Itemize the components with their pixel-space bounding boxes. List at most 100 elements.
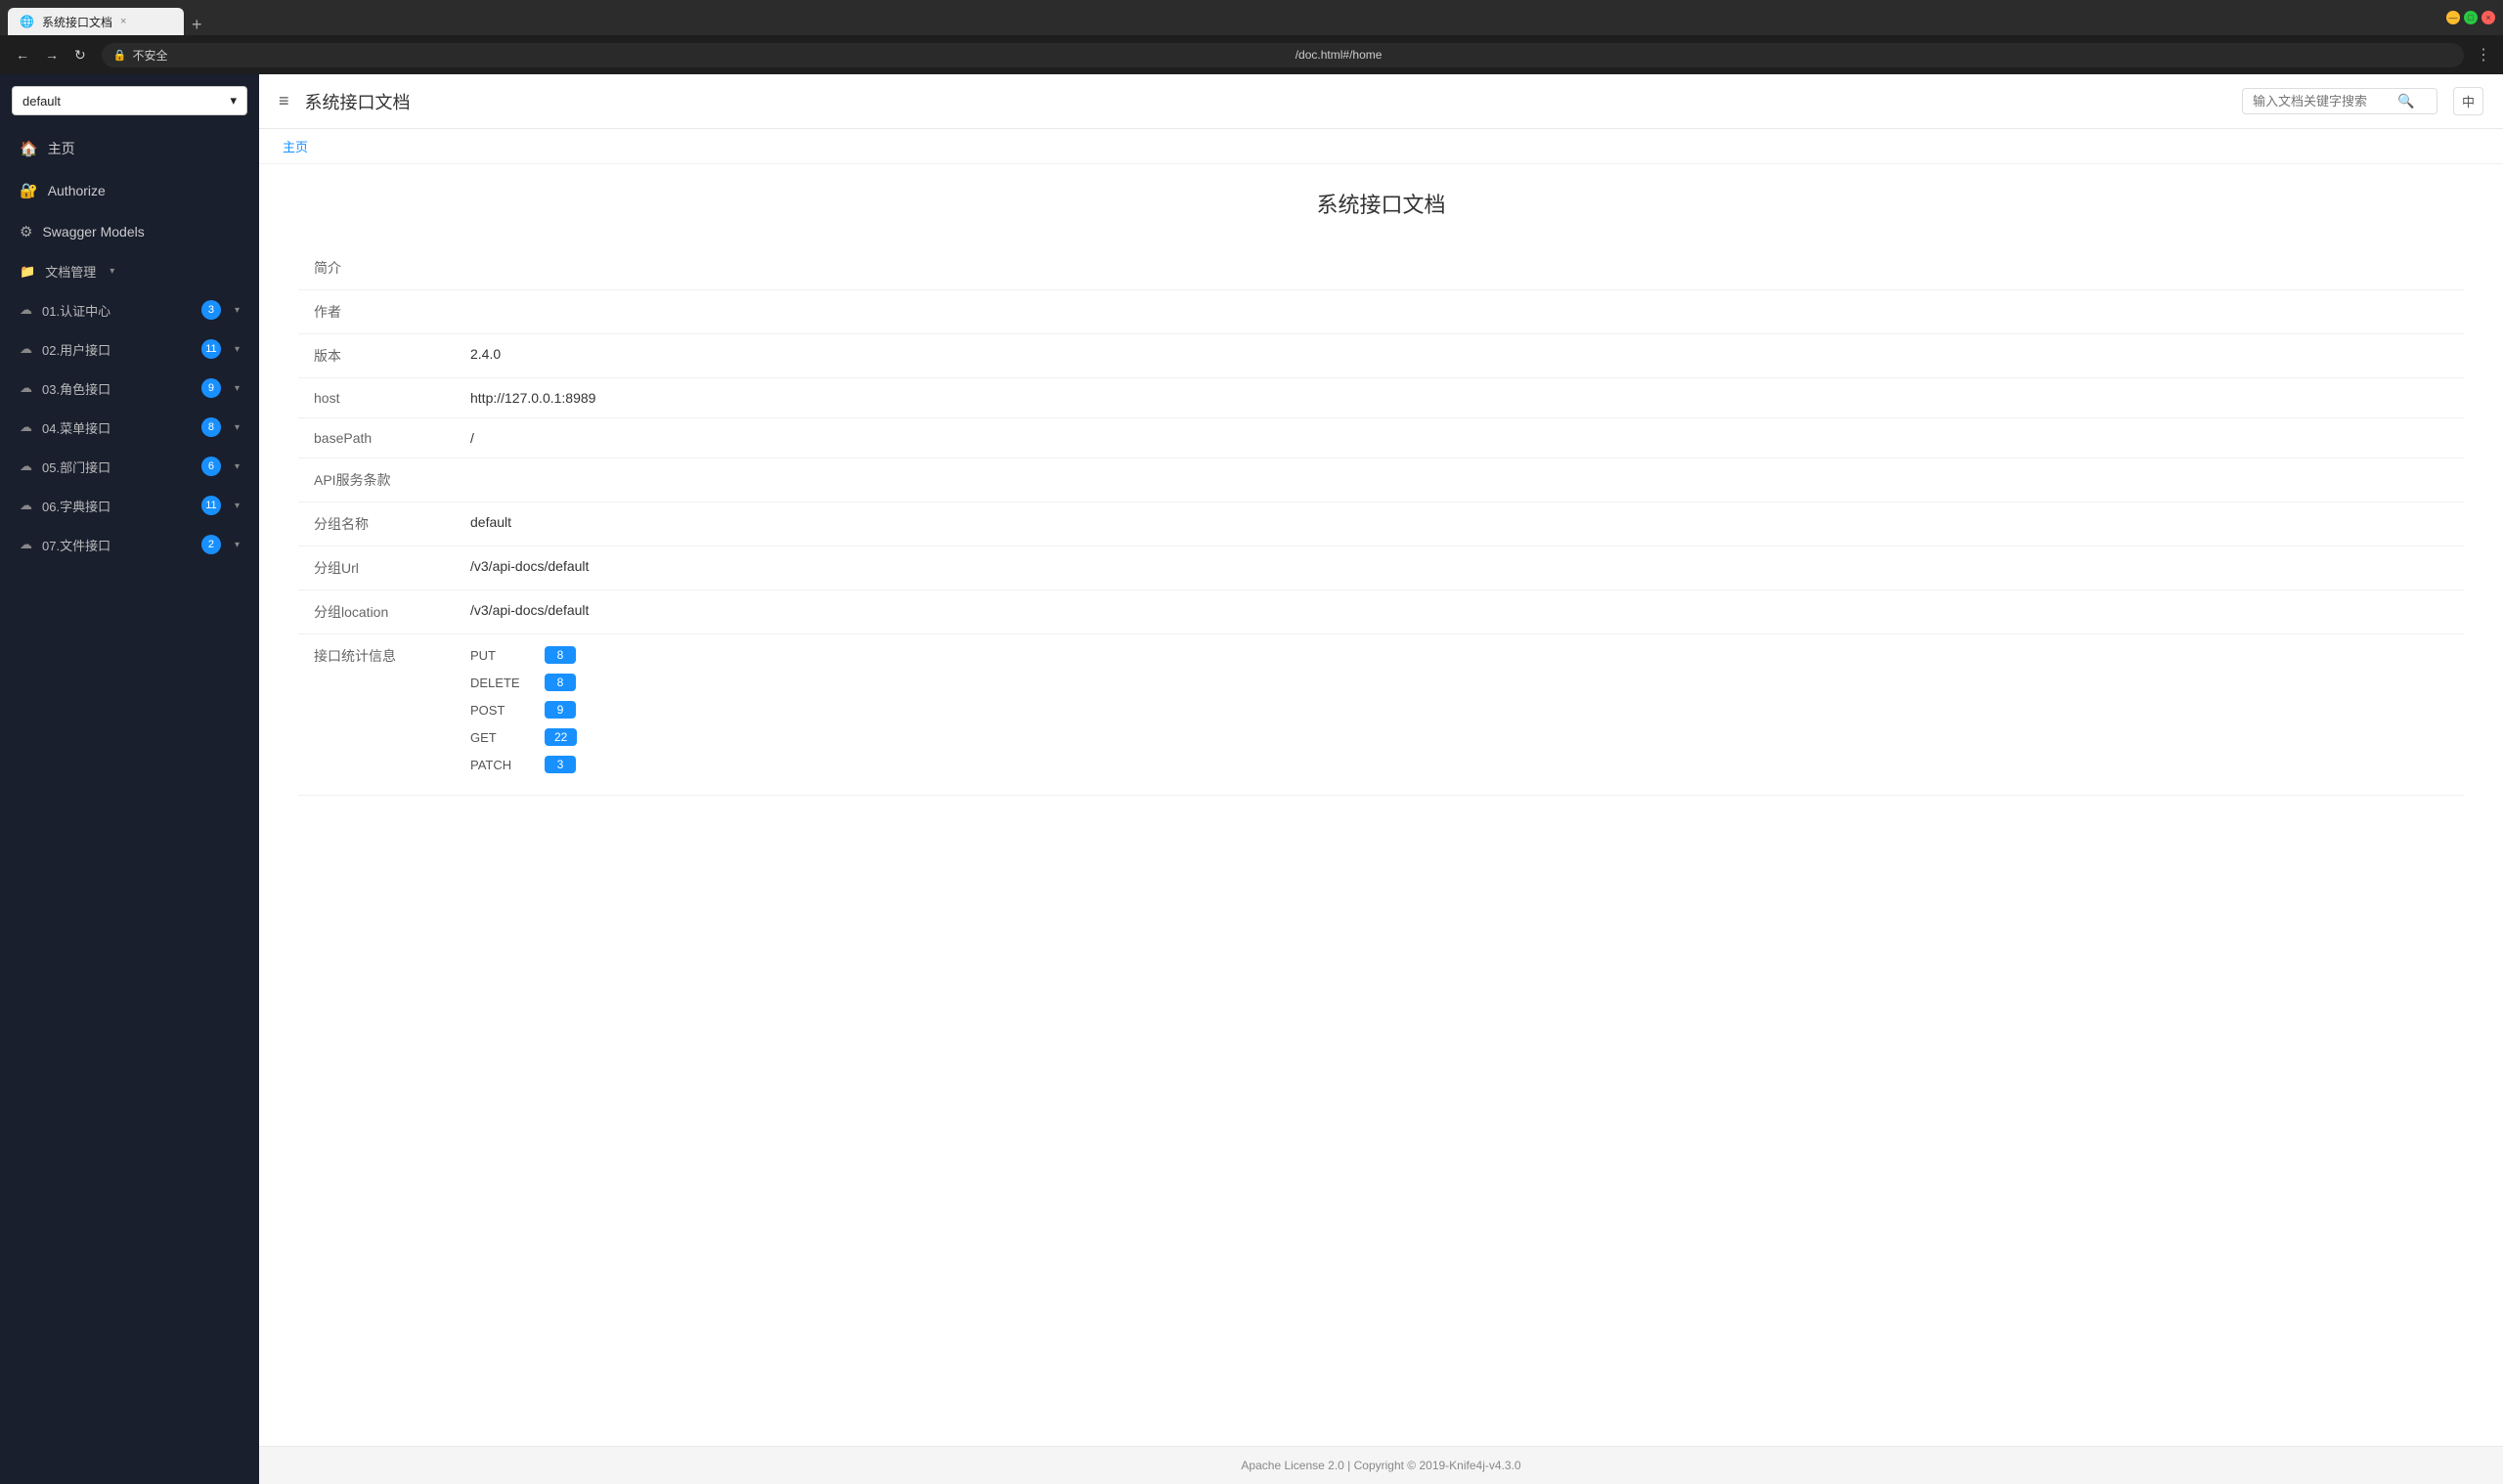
sidebar: default ▾ 🏠 主页 🔐 Authorize ⚙ Swagger Mod… bbox=[0, 74, 259, 1484]
field-label-group-name: 分组名称 bbox=[298, 502, 455, 546]
field-value-group-location: /v3/api-docs/default bbox=[455, 590, 2464, 634]
nav-buttons: ← → ↻ bbox=[12, 45, 90, 65]
stat-badge-post: 9 bbox=[545, 701, 576, 719]
sidebar-group-01-badge: 3 bbox=[201, 300, 221, 320]
docs-icon: 📁 bbox=[20, 264, 35, 280]
stat-badge-patch: 3 bbox=[545, 756, 576, 773]
sidebar-group-05-label: 05.部门接口 bbox=[42, 458, 110, 476]
sidebar-item-swagger-models[interactable]: ⚙ Swagger Models bbox=[0, 211, 259, 252]
sidebar-group-01[interactable]: ☁ 01.认证中心 3 ▾ bbox=[0, 290, 259, 329]
chevron-01-icon: ▾ bbox=[235, 305, 240, 316]
chevron-07-icon: ▾ bbox=[235, 540, 240, 550]
field-label-basepath: basePath bbox=[298, 418, 455, 458]
sidebar-home-label: 主页 bbox=[48, 139, 75, 158]
browser-tabs: 🌐 系统接口文档 × + bbox=[8, 0, 2438, 35]
forward-button[interactable]: → bbox=[41, 45, 63, 65]
sidebar-group-02[interactable]: ☁ 02.用户接口 11 ▾ bbox=[0, 329, 259, 369]
chevron-06-icon: ▾ bbox=[235, 501, 240, 511]
field-label-version: 版本 bbox=[298, 334, 455, 378]
sidebar-group-03-badge: 9 bbox=[201, 378, 221, 398]
sidebar-group-02-badge: 11 bbox=[201, 339, 221, 359]
table-row: API服务条款 bbox=[298, 458, 2464, 502]
group-selector-value: default bbox=[22, 94, 61, 109]
language-button[interactable]: 中 bbox=[2453, 87, 2483, 115]
maximize-button[interactable]: □ bbox=[2464, 11, 2478, 24]
sidebar-group-04[interactable]: ☁ 04.菜单接口 8 ▾ bbox=[0, 408, 259, 447]
close-button[interactable]: × bbox=[2481, 11, 2495, 24]
active-tab[interactable]: 🌐 系统接口文档 × bbox=[8, 8, 184, 35]
breadcrumb: 主页 bbox=[259, 129, 2503, 164]
home-icon: 🏠 bbox=[20, 140, 38, 157]
sidebar-group-07[interactable]: ☁ 07.文件接口 2 ▾ bbox=[0, 525, 259, 564]
sidebar-group-01-label: 01.认证中心 bbox=[42, 301, 110, 320]
app-container: default ▾ 🏠 主页 🔐 Authorize ⚙ Swagger Mod… bbox=[0, 74, 2503, 1484]
sidebar-group-07-label: 07.文件接口 bbox=[42, 536, 110, 554]
cloud-icon-06: ☁ bbox=[20, 498, 32, 513]
address-input-wrapper[interactable]: 🔒 不安全 /doc.html#/home bbox=[102, 43, 2464, 67]
address-bar: ← → ↻ 🔒 不安全 /doc.html#/home ⋮ bbox=[0, 35, 2503, 74]
stat-row-post: POST 9 bbox=[470, 701, 2448, 719]
group-selector-arrow: ▾ bbox=[230, 93, 237, 109]
browser-chrome: 🌐 系统接口文档 × + — □ × bbox=[0, 0, 2503, 35]
back-button[interactable]: ← bbox=[12, 45, 33, 65]
field-value-group-name: default bbox=[455, 502, 2464, 546]
sidebar-item-home[interactable]: 🏠 主页 bbox=[0, 127, 259, 170]
doc-main-title: 系统接口文档 bbox=[298, 188, 2464, 219]
search-input[interactable] bbox=[2253, 94, 2390, 109]
stat-row-patch: PATCH 3 bbox=[470, 756, 2448, 773]
footer-text: Apache License 2.0 | Copyright © 2019-Kn… bbox=[1241, 1459, 1520, 1472]
table-row: 分组Url /v3/api-docs/default bbox=[298, 546, 2464, 590]
tab-title: 系统接口文档 bbox=[42, 14, 112, 30]
top-header: ≡ 系统接口文档 🔍 中 bbox=[259, 74, 2503, 129]
chevron-03-icon: ▾ bbox=[235, 383, 240, 394]
page-title: 系统接口文档 bbox=[305, 89, 2226, 114]
browser-menu-button[interactable]: ⋮ bbox=[2476, 45, 2491, 65]
field-value-stats: PUT 8 DELETE 8 POST 9 GET bbox=[455, 634, 2464, 796]
field-value-version: 2.4.0 bbox=[455, 334, 2464, 378]
group-selector[interactable]: default ▾ bbox=[12, 86, 247, 115]
sidebar-docs-management[interactable]: 📁 文档管理 ▾ bbox=[0, 252, 259, 290]
stat-row-get: GET 22 bbox=[470, 728, 2448, 746]
main-area: ≡ 系统接口文档 🔍 中 主页 系统接口文档 简介 作者 bbox=[259, 74, 2503, 1484]
table-row: 分组location /v3/api-docs/default bbox=[298, 590, 2464, 634]
docs-chevron-icon: ▾ bbox=[110, 266, 114, 277]
sidebar-group-04-badge: 8 bbox=[201, 417, 221, 437]
field-value-host: http://127.0.0.1:8989 bbox=[455, 378, 2464, 418]
cloud-icon-07: ☁ bbox=[20, 537, 32, 552]
sidebar-group-03[interactable]: ☁ 03.角色接口 9 ▾ bbox=[0, 369, 259, 408]
stat-badge-get: 22 bbox=[545, 728, 577, 746]
table-row: host http://127.0.0.1:8989 bbox=[298, 378, 2464, 418]
minimize-button[interactable]: — bbox=[2446, 11, 2460, 24]
cloud-icon-02: ☁ bbox=[20, 341, 32, 357]
table-row: 作者 bbox=[298, 290, 2464, 334]
search-icon[interactable]: 🔍 bbox=[2397, 93, 2414, 109]
sidebar-item-authorize[interactable]: 🔐 Authorize bbox=[0, 170, 259, 211]
search-bar[interactable]: 🔍 bbox=[2242, 88, 2437, 114]
field-value-basepath: / bbox=[455, 418, 2464, 458]
cloud-icon-03: ☁ bbox=[20, 380, 32, 396]
chevron-04-icon: ▾ bbox=[235, 422, 240, 433]
tab-icon: 🌐 bbox=[20, 15, 34, 28]
sidebar-group-06[interactable]: ☁ 06.字典接口 11 ▾ bbox=[0, 486, 259, 525]
sidebar-swagger-label: Swagger Models bbox=[42, 224, 144, 240]
field-value-intro bbox=[455, 246, 2464, 290]
field-value-author bbox=[455, 290, 2464, 334]
tab-close-btn[interactable]: × bbox=[120, 16, 126, 27]
stat-badge-delete: 8 bbox=[545, 674, 576, 691]
stat-label-patch: PATCH bbox=[470, 758, 529, 772]
field-label-group-url: 分组Url bbox=[298, 546, 455, 590]
window-controls: — □ × bbox=[2446, 11, 2495, 24]
sidebar-group-04-label: 04.菜单接口 bbox=[42, 418, 110, 437]
sidebar-toggle-button[interactable]: ≡ bbox=[279, 91, 289, 111]
stat-row-put: PUT 8 bbox=[470, 646, 2448, 664]
table-row-stats: 接口统计信息 PUT 8 DELETE 8 POST 9 bbox=[298, 634, 2464, 796]
stat-label-post: POST bbox=[470, 703, 529, 718]
breadcrumb-home[interactable]: 主页 bbox=[283, 140, 308, 154]
new-tab-button[interactable]: + bbox=[184, 15, 210, 35]
sidebar-group-05[interactable]: ☁ 05.部门接口 6 ▾ bbox=[0, 447, 259, 486]
reload-button[interactable]: ↻ bbox=[70, 45, 90, 65]
field-label-group-location: 分组location bbox=[298, 590, 455, 634]
table-row: 版本 2.4.0 bbox=[298, 334, 2464, 378]
address-insecure: 不安全 bbox=[132, 47, 1289, 64]
field-label-author: 作者 bbox=[298, 290, 455, 334]
